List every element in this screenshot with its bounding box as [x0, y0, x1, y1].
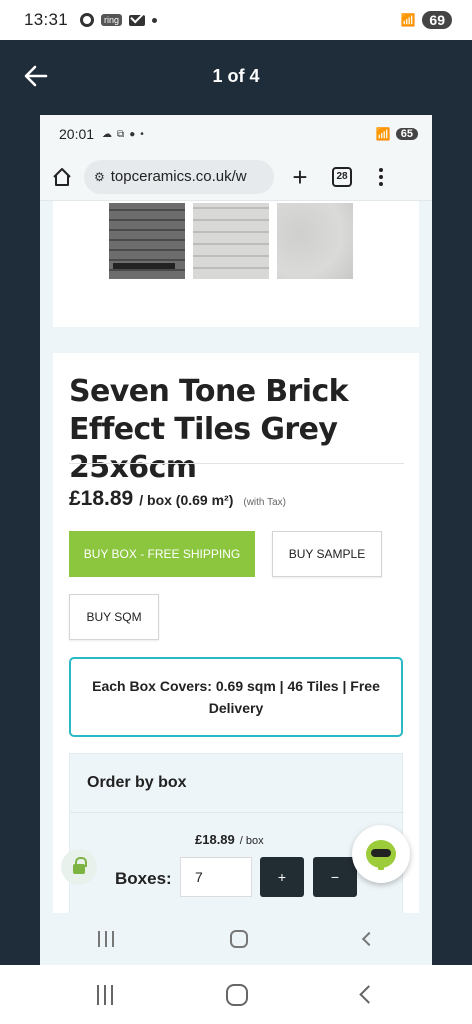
- back-nav-icon[interactable]: [359, 985, 378, 1004]
- chat-bot-button[interactable]: [352, 825, 410, 883]
- product-price: £18.89: [69, 487, 134, 510]
- inner-screenshot: 20:01 ☁ ⧉ ● • 📶 65 ⚙ topceramics.co.uk/w…: [40, 115, 432, 965]
- order-price-line: £18.89 / box: [195, 832, 264, 847]
- inner-back-nav-icon[interactable]: [361, 931, 377, 947]
- status-time: 13:31: [24, 10, 69, 29]
- buy-sample-button[interactable]: BUY SAMPLE: [272, 531, 382, 577]
- screenshot-icon: ⧉: [117, 128, 125, 140]
- price-unit: / box (0.69 m²): [139, 492, 234, 508]
- tab-switcher-button[interactable]: 28: [332, 166, 352, 187]
- more-menu-icon[interactable]: [374, 167, 388, 186]
- new-tab-plus-icon[interactable]: +: [288, 164, 312, 190]
- order-price-unit: / box: [239, 835, 264, 847]
- increase-quantity-button[interactable]: +: [260, 857, 304, 897]
- page-counter: 1 of 4: [212, 66, 260, 86]
- product-thumbnail-room[interactable]: [109, 203, 185, 279]
- order-divider: [70, 812, 404, 813]
- viewer-header: 1 of 4: [0, 40, 472, 112]
- home-icon[interactable]: [50, 165, 74, 189]
- home-nav-icon[interactable]: [226, 983, 249, 1006]
- battery-indicator: 69: [422, 11, 452, 29]
- messenger-icon: ●: [129, 128, 136, 140]
- browser-toolbar: ⚙ topceramics.co.uk/w + 28: [40, 153, 432, 201]
- secure-badge[interactable]: [61, 849, 97, 885]
- order-by-box-title: Order by box: [87, 774, 187, 791]
- boxes-label: Boxes:: [115, 869, 172, 888]
- inner-home-nav-icon[interactable]: [230, 930, 248, 948]
- inner-recents-icon[interactable]: [98, 931, 114, 947]
- url-text: topceramics.co.uk/w: [110, 168, 247, 185]
- tax-note: (with Tax): [243, 497, 286, 508]
- inner-navigation-bar: [40, 913, 432, 965]
- notification-icons: ring: [80, 13, 158, 27]
- buy-box-button[interactable]: BUY BOX - FREE SHIPPING: [69, 531, 255, 577]
- site-settings-icon[interactable]: ⚙: [94, 170, 105, 184]
- address-bar[interactable]: ⚙ topceramics.co.uk/w: [84, 159, 274, 194]
- inner-battery-indicator: 65: [395, 128, 418, 140]
- buy-sqm-button[interactable]: BUY SQM: [69, 594, 159, 640]
- product-gallery: [53, 201, 419, 327]
- order-price: £18.89: [195, 832, 235, 847]
- more-notifications-dot-icon: [152, 17, 158, 23]
- product-title: Seven Tone Brick Effect Tiles Grey 25x6c…: [69, 374, 349, 485]
- lock-icon: [73, 857, 87, 874]
- inner-status-time: 20:01: [59, 126, 95, 142]
- box-coverage-info: Each Box Covers: 0.69 sqm | 46 Tiles | F…: [69, 657, 403, 737]
- inner-wifi-signal-icon: 📶: [375, 127, 391, 141]
- wifi-signal-icon: 📶: [400, 13, 415, 27]
- navigation-bar: [0, 965, 472, 1024]
- image-viewer: 1 of 4 20:01 ☁ ⧉ ● • 📶 65 ⚙ topceramics.…: [0, 40, 472, 965]
- cloud-icon: ☁: [102, 128, 113, 140]
- mail-icon: [129, 14, 146, 26]
- inner-status-bar: 20:01 ☁ ⧉ ● • 📶 65: [40, 115, 432, 153]
- status-bar: 13:31 ring 📶 69: [0, 0, 472, 40]
- chrome-icon: [80, 13, 95, 27]
- inner-notification-icons: ☁ ⧉ ● •: [102, 129, 144, 140]
- title-divider: [69, 463, 404, 464]
- web-page: Seven Tone Brick Effect Tiles Grey 25x6c…: [40, 201, 432, 913]
- robot-icon: [366, 840, 396, 870]
- product-thumbnail-texture[interactable]: [277, 203, 353, 279]
- decrease-quantity-button[interactable]: −: [313, 857, 357, 897]
- more-notifications-dot-icon: •: [140, 128, 144, 140]
- box-quantity-input[interactable]: [180, 857, 252, 897]
- ring-app-icon: ring: [101, 14, 123, 26]
- price-line: £18.89 / box (0.69 m²) (with Tax): [69, 487, 286, 511]
- product-thumbnail-wall[interactable]: [193, 203, 269, 279]
- recents-icon[interactable]: [96, 984, 113, 1005]
